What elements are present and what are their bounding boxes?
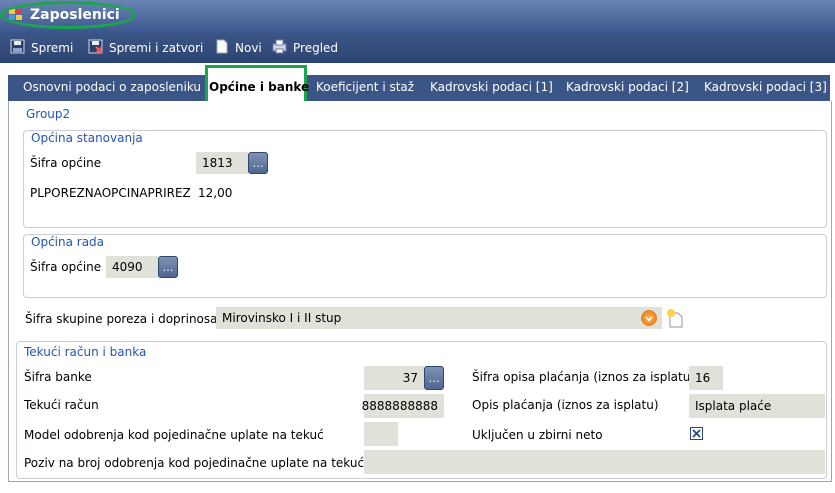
floppy-disk-icon bbox=[10, 39, 31, 57]
title-highlight bbox=[0, 1, 136, 29]
sifra-opcine-rada-label: Šifra općine bbox=[30, 260, 102, 274]
preview-button[interactable]: Pregled bbox=[272, 38, 338, 58]
chevron-down-icon bbox=[645, 311, 653, 325]
save-close-button[interactable]: Spremi i zatvori bbox=[88, 38, 203, 58]
sifra-banke-lookup-button[interactable]: … bbox=[424, 366, 444, 390]
opis-placanja-value: Isplata plaće bbox=[695, 399, 772, 413]
tekuci-title: Tekući račun i banka bbox=[24, 345, 147, 359]
opis-placanja-label: Opis plaćanja (iznos za isplatu) bbox=[472, 398, 659, 412]
tekuci-racun-value: 8888888888 bbox=[361, 399, 438, 413]
opis-placanja-field[interactable]: Isplata plaće bbox=[689, 394, 825, 418]
poziv-field[interactable] bbox=[364, 450, 825, 474]
sifra-banke-label: Šifra banke bbox=[24, 370, 92, 384]
sifra-opcine-rada-lookup-button[interactable]: … bbox=[158, 256, 178, 278]
ukljucen-label: Uključen u zbirni neto bbox=[472, 428, 603, 442]
prirez-value: 12,00 bbox=[198, 186, 233, 200]
sifra-opisa-field[interactable]: 16 bbox=[689, 366, 723, 390]
prirez-label: PLPOREZNAOPCINAPRIREZ bbox=[30, 186, 191, 200]
tekuci-racun-label: Tekući račun bbox=[24, 398, 99, 412]
checkbox-x-icon bbox=[692, 428, 701, 440]
group2-title: Group2 bbox=[26, 107, 71, 121]
sifra-skupine-dropdown-button[interactable] bbox=[641, 310, 657, 326]
sifra-opcine-stanovanja-lookup-button[interactable]: … bbox=[248, 152, 268, 174]
tab-kadrovski-podaci-1[interactable]: Kadrovski podaci [1] bbox=[430, 80, 553, 94]
ukljucen-checkbox[interactable] bbox=[690, 427, 703, 440]
sifra-opcine-stanovanja-value: 1813 bbox=[202, 156, 233, 170]
new-label: Novi bbox=[235, 41, 262, 55]
opcina-stanovanja-title: Općina stanovanja bbox=[31, 131, 143, 145]
sifra-opcine-stanovanja-field[interactable]: 1813 bbox=[196, 152, 248, 174]
new-item-sparkle-icon[interactable] bbox=[666, 308, 684, 328]
sifra-banke-field[interactable]: 37 bbox=[364, 366, 424, 390]
tekuci-racun-field[interactable]: 8888888888 bbox=[361, 394, 444, 418]
sifra-skupine-combobox[interactable]: Mirovinsko I i II stup bbox=[216, 307, 662, 329]
save-button[interactable]: Spremi bbox=[10, 38, 73, 58]
floppy-disk-close-icon bbox=[88, 39, 109, 57]
sifra-opcine-rada-field[interactable]: 4090 bbox=[106, 256, 158, 278]
model-label: Model odobrenja kod pojedinačne uplate n… bbox=[24, 428, 324, 442]
sifra-opcine-rada-value: 4090 bbox=[112, 260, 143, 274]
tab-koeficijent-i-staz[interactable]: Koeficijent i staž bbox=[316, 80, 414, 94]
opcina-rada-title: Općina rada bbox=[31, 235, 105, 249]
ellipsis-icon: … bbox=[252, 156, 264, 170]
sifra-opisa-label: Šifra opisa plaćanja (iznos za isplatu) bbox=[472, 370, 696, 384]
tab-kadrovski-podaci-2[interactable]: Kadrovski podaci [2] bbox=[566, 80, 689, 94]
new-button[interactable]: Novi bbox=[214, 38, 262, 58]
print-preview-icon bbox=[272, 39, 293, 57]
sifra-opcine-stanovanja-label: Šifra općine bbox=[30, 156, 102, 170]
sifra-opisa-value: 16 bbox=[695, 371, 711, 385]
save-close-label: Spremi i zatvori bbox=[109, 41, 204, 55]
poziv-label: Poziv na broj odobrenja kod pojedinačne … bbox=[24, 456, 368, 470]
new-document-icon bbox=[214, 39, 235, 57]
opcina-stanovanja-group bbox=[23, 130, 827, 228]
preview-label: Pregled bbox=[293, 41, 339, 55]
ellipsis-icon: … bbox=[428, 371, 440, 385]
save-label: Spremi bbox=[31, 41, 74, 55]
tab-opcine-i-banke-label: Općine i banke bbox=[209, 80, 310, 94]
tab-kadrovski-podaci-3[interactable]: Kadrovski podaci [3] bbox=[704, 80, 827, 94]
tab-osnovni-podaci[interactable]: Osnovni podaci o zaposleniku bbox=[23, 80, 201, 94]
ellipsis-icon: … bbox=[162, 260, 174, 274]
sifra-skupine-label: Šifra skupine poreza i doprinosa bbox=[25, 312, 218, 326]
model-field[interactable] bbox=[364, 422, 398, 446]
sifra-banke-value: 37 bbox=[402, 371, 418, 385]
sifra-skupine-value: Mirovinsko I i II stup bbox=[222, 311, 342, 325]
